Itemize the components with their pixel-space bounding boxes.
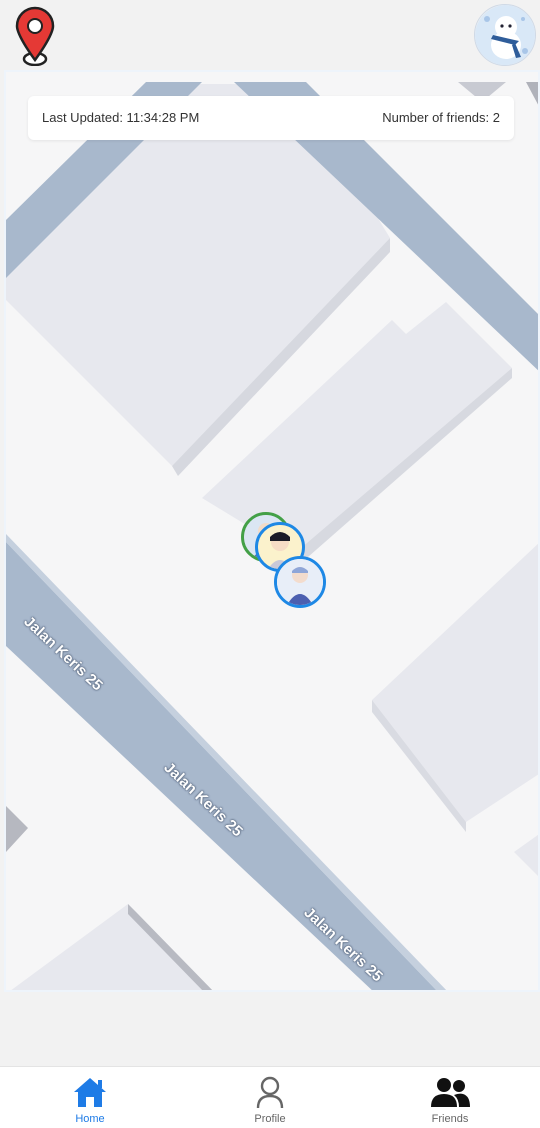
bottom-navigation: Home Profile Friends bbox=[0, 1066, 540, 1128]
nav-profile-label: Profile bbox=[254, 1113, 286, 1125]
nav-friends[interactable]: Friends bbox=[360, 1067, 540, 1128]
app-screen: Jalan Keris 25 Jalan Keris 25 Jalan Keri… bbox=[0, 0, 540, 1128]
nav-profile[interactable]: Profile bbox=[180, 1067, 360, 1128]
home-icon bbox=[70, 1075, 110, 1109]
top-header bbox=[0, 0, 540, 70]
map-pin-icon[interactable] bbox=[14, 6, 56, 67]
nav-home-label: Home bbox=[75, 1113, 105, 1125]
friend-count-text: Number of friends: 2 bbox=[382, 110, 500, 125]
nav-home[interactable]: Home bbox=[0, 1067, 180, 1128]
last-updated-text: Last Updated: 11:34:28 PM bbox=[42, 110, 200, 125]
user-marker[interactable] bbox=[274, 556, 326, 608]
profile-icon bbox=[250, 1075, 290, 1109]
user-avatar[interactable] bbox=[474, 4, 536, 66]
status-bar: Last Updated: 11:34:28 PM Number of frie… bbox=[28, 96, 514, 140]
map-view[interactable]: Jalan Keris 25 Jalan Keris 25 Jalan Keri… bbox=[4, 70, 540, 992]
nav-friends-label: Friends bbox=[431, 1113, 469, 1125]
friends-icon bbox=[430, 1075, 470, 1109]
